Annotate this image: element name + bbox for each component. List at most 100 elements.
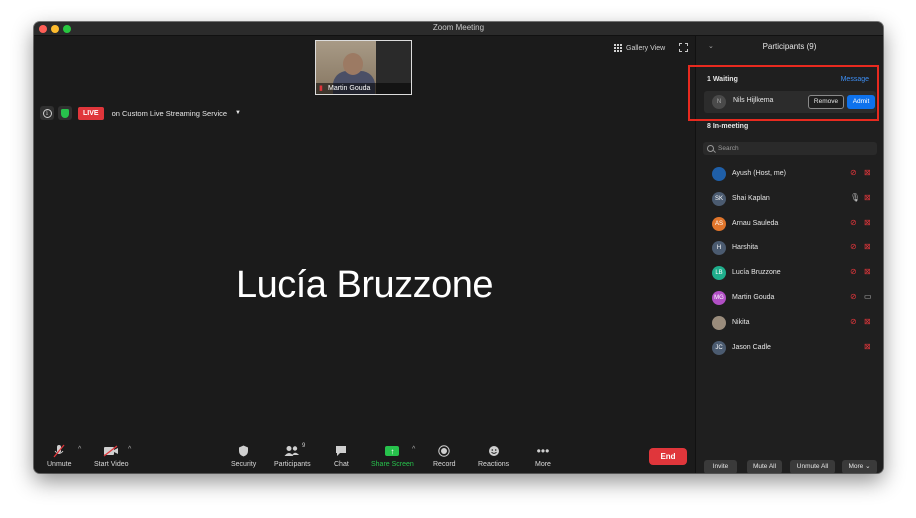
video-off-icon: ⊠ xyxy=(864,267,871,277)
unmute-button[interactable]: Unmute xyxy=(47,443,72,468)
share-screen-icon: ↑ xyxy=(385,446,400,456)
participant-row[interactable]: JC Jason Cadle ⊠ xyxy=(696,336,883,360)
video-options-chevron[interactable]: ^ xyxy=(128,446,131,453)
participant-search xyxy=(703,142,877,155)
video-icon: ▭ xyxy=(864,292,872,301)
record-label: Record xyxy=(433,461,456,468)
participant-row[interactable]: H Harshita ⊘ ⊠ xyxy=(696,236,883,260)
participants-panel: ⌄ Participants (9) 1 Waiting Message N N… xyxy=(688,36,883,473)
grid-icon xyxy=(614,44,622,52)
record-button[interactable]: Record xyxy=(433,443,456,468)
muted-mic-icon: ⊘ xyxy=(850,316,857,326)
muted-mic-icon: ⊘ xyxy=(850,267,857,277)
participant-name: Harshita xyxy=(732,244,759,252)
reactions-button[interactable]: Reactions xyxy=(478,443,509,468)
thumbnail-person-head xyxy=(343,53,363,75)
meeting-info-button[interactable]: i xyxy=(40,106,54,120)
participant-row[interactable]: SK Shai Kaplan 🎙 ⊠ xyxy=(696,187,883,211)
title-bar: Zoom Meeting xyxy=(34,22,883,36)
waiting-participant-row: N Nils Hijlkema Remove Admit xyxy=(704,91,876,113)
chevron-down-icon[interactable]: ⌄ xyxy=(708,36,714,58)
participant-row[interactable]: Ayush (Host, me) ⊘ ⊠ xyxy=(696,162,883,186)
participants-header: ⌄ Participants (9) xyxy=(696,36,883,58)
window-title: Zoom Meeting xyxy=(432,23,485,32)
avatar: N xyxy=(712,95,726,109)
chat-icon xyxy=(335,443,347,459)
participant-name: Lucía Bruzzone xyxy=(732,269,781,277)
participants-count: 9 xyxy=(302,443,306,449)
video-off-icon: ⊠ xyxy=(864,217,871,227)
meeting-toolbar: Unmute ^ Start Video ^ Security Particip… xyxy=(34,441,695,473)
participant-name: Nikita xyxy=(732,318,750,326)
start-video-button[interactable]: Start Video xyxy=(94,443,129,468)
muted-mic-icon: ⊘ xyxy=(850,168,857,177)
search-input[interactable] xyxy=(718,145,868,152)
emoji-icon xyxy=(488,443,500,459)
more-options-label: More xyxy=(848,463,864,470)
participant-row[interactable]: AS Arnau Sauleda ⊘ ⊠ xyxy=(696,212,883,236)
admit-button[interactable]: Admit xyxy=(847,95,875,109)
share-screen-button[interactable]: ↑ Share Screen xyxy=(371,443,414,468)
avatar: SK xyxy=(712,191,726,206)
mic-icon: 🎙 xyxy=(850,192,861,202)
record-icon xyxy=(438,443,450,459)
security-label: Security xyxy=(231,461,257,468)
chat-button[interactable]: Chat xyxy=(334,443,349,468)
participant-name: Martin Gouda xyxy=(732,294,775,301)
message-waiting-link[interactable]: Message xyxy=(841,76,869,83)
chat-label: Chat xyxy=(334,461,349,468)
avatar: MG xyxy=(712,291,726,305)
encryption-button[interactable] xyxy=(58,106,72,120)
security-button[interactable]: Security xyxy=(231,443,256,468)
more-label: More xyxy=(535,461,551,468)
participant-row[interactable]: MG Martin Gouda ⊘ ▭ xyxy=(696,286,883,310)
end-meeting-button[interactable]: End xyxy=(649,448,687,465)
gallery-view-label: Gallery View xyxy=(626,44,666,52)
streaming-service-dropdown[interactable]: on Custom Live Streaming Service xyxy=(112,109,227,118)
more-options-button[interactable]: More ⌄ xyxy=(842,460,877,473)
in-meeting-title: 8 In-meeting xyxy=(707,123,749,130)
zoom-window: Zoom Meeting Martin Gouda ▮ Gallery View… xyxy=(34,22,883,473)
muted-mic-icon: ▮ xyxy=(319,85,323,92)
chevron-down-icon: ⌄ xyxy=(865,463,871,470)
chevron-down-icon[interactable]: ▼ xyxy=(235,110,241,116)
live-badge: LIVE xyxy=(78,106,104,120)
unmute-label: Unmute xyxy=(47,461,72,468)
participant-name: Arnau Sauleda xyxy=(732,219,779,227)
avatar xyxy=(712,315,726,330)
waiting-title: 1 Waiting xyxy=(707,76,738,83)
muted-mic-icon: ⊘ xyxy=(850,217,857,227)
unmute-all-button[interactable]: Unmute All xyxy=(790,460,835,473)
participants-title: Participants (9) xyxy=(762,42,817,51)
active-speaker-name: Lucía Bruzzone xyxy=(235,264,494,306)
gallery-view-button[interactable]: Gallery View xyxy=(614,44,665,52)
participant-row[interactable]: Nikita ⊘ ⊠ xyxy=(696,311,883,335)
remove-button[interactable]: Remove xyxy=(808,95,844,109)
fullscreen-icon[interactable] xyxy=(679,43,688,52)
video-off-icon: ⊠ xyxy=(864,316,871,326)
participants-icon xyxy=(284,443,300,459)
share-screen-label: Share Screen xyxy=(371,461,414,468)
participant-row[interactable]: LB Lucía Bruzzone ⊘ ⊠ xyxy=(696,261,883,285)
shield-icon xyxy=(61,108,69,118)
info-icon: i xyxy=(42,108,52,118)
audio-options-chevron[interactable]: ^ xyxy=(78,446,81,453)
video-off-icon: ⊠ xyxy=(864,341,871,351)
participants-label: Participants xyxy=(274,461,311,468)
more-button[interactable]: ••• More xyxy=(535,443,551,468)
video-off-icon: ⊠ xyxy=(864,242,871,252)
avatar xyxy=(712,167,726,181)
search-icon xyxy=(707,145,714,152)
mute-all-button[interactable]: Mute All xyxy=(747,460,782,473)
avatar: JC xyxy=(712,340,726,355)
invite-button[interactable]: Invite xyxy=(704,460,737,473)
share-options-chevron[interactable]: ^ xyxy=(412,446,415,453)
waiting-participant-name: Nils Hijlkema xyxy=(733,97,774,104)
participant-name: Ayush (Host, me) xyxy=(732,170,786,177)
ellipsis-icon: ••• xyxy=(536,444,550,458)
muted-mic-icon: ⊘ xyxy=(850,242,857,252)
shield-icon xyxy=(238,443,249,459)
video-thumbnail[interactable]: Martin Gouda ▮ xyxy=(315,40,412,95)
participant-name: Shai Kaplan xyxy=(732,194,770,202)
video-off-icon xyxy=(103,443,119,459)
